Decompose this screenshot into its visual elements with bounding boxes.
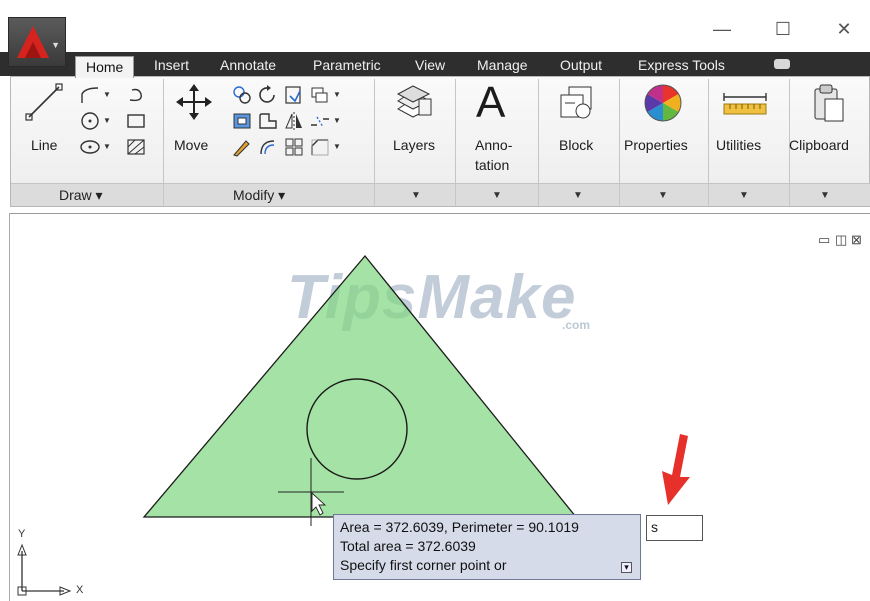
close-button[interactable]: ✕ (824, 14, 864, 44)
rectangle-icon[interactable] (125, 111, 147, 131)
utilities-label[interactable]: Utilities (716, 135, 761, 155)
tab-manage[interactable]: Manage (477, 55, 528, 76)
tooltip-prompt: Specify first corner point or (340, 557, 507, 573)
layer-stack-icon[interactable] (309, 85, 331, 105)
rotate-icon[interactable] (257, 85, 279, 105)
polyline-icon[interactable] (79, 85, 101, 105)
red-arrow-annotation (662, 434, 690, 505)
maximize-button[interactable]: ☐ (763, 14, 803, 44)
dynamic-input-tooltip: Area = 372.6039, Perimeter = 90.1019 Tot… (333, 514, 641, 580)
panel-separator (455, 79, 456, 206)
modify-dropdown-icon-3[interactable]: ▼ (333, 137, 342, 157)
mirror-icon[interactable] (283, 111, 305, 131)
break-icon[interactable] (309, 111, 331, 131)
tooltip-expand-icon[interactable]: ▾ (621, 562, 632, 573)
chamfer-icon[interactable] (309, 137, 331, 157)
autocad-logo-icon (17, 26, 49, 58)
ribbon-tab-bar: Home Insert Annotate Parametric View Man… (0, 52, 870, 78)
chevron-down-icon: ▼ (51, 40, 60, 50)
tab-express-tools[interactable]: Express Tools (638, 55, 725, 76)
triangle-shape[interactable] (142, 254, 578, 518)
annotation-icon[interactable]: A (476, 81, 505, 125)
trim-icon[interactable] (283, 85, 305, 105)
panel-separator (708, 79, 709, 206)
ucs-y-label: Y (18, 528, 26, 540)
block-icon[interactable] (557, 85, 597, 123)
circle-icon[interactable] (79, 111, 101, 131)
layers-label[interactable]: Layers (393, 135, 435, 155)
utilities-panel-footer (709, 183, 789, 206)
move-tool-icon[interactable] (175, 83, 213, 121)
array-icon[interactable] (283, 137, 305, 157)
application-menu-button[interactable]: ▼ (8, 17, 66, 67)
panel-separator (538, 79, 539, 206)
erase-icon[interactable] (231, 137, 253, 157)
tooltip-area-perimeter: Area = 372.6039, Perimeter = 90.1019 (340, 519, 579, 535)
panel-separator (163, 79, 164, 206)
polyline-dropdown-icon[interactable]: ▼ (103, 85, 112, 105)
block-dropdown-icon[interactable]: ▼ (573, 190, 583, 201)
layers-dropdown-icon[interactable]: ▼ (411, 190, 421, 201)
spline-icon[interactable] (125, 85, 147, 105)
modify-dropdown-icon-2[interactable]: ▼ (333, 111, 342, 131)
circle-dropdown-icon[interactable]: ▼ (103, 111, 112, 131)
block-label[interactable]: Block (559, 135, 593, 155)
tab-insert[interactable]: Insert (154, 55, 189, 76)
offset-icon[interactable] (257, 137, 279, 157)
ucs-x-label: X (76, 584, 84, 596)
copy-icon[interactable] (231, 85, 253, 105)
clipboard-paste-icon[interactable] (809, 83, 847, 123)
properties-color-wheel-icon[interactable] (643, 83, 683, 123)
tab-annotate[interactable]: Annotate (220, 55, 276, 76)
measure-ruler-icon[interactable] (722, 91, 768, 117)
minimize-button[interactable]: — (702, 14, 742, 44)
properties-label[interactable]: Properties (624, 135, 688, 155)
tab-home[interactable]: Home (75, 56, 135, 78)
hatch-icon[interactable] (125, 137, 147, 157)
line-tool-icon[interactable] (25, 83, 63, 121)
clipboard-panel-footer (790, 183, 870, 206)
properties-dropdown-icon[interactable]: ▼ (658, 190, 668, 201)
panel-separator (374, 79, 375, 206)
annotation-dropdown-icon[interactable]: ▼ (492, 190, 502, 201)
modify-dropdown-icon[interactable]: ▼ (333, 85, 342, 105)
tab-view[interactable]: View (415, 55, 445, 76)
annotation-label-line1[interactable]: Anno- (475, 135, 512, 155)
layers-icon[interactable] (395, 85, 433, 121)
annotation-label-line2[interactable]: tation (475, 155, 509, 175)
dynamic-input-field[interactable]: s (646, 515, 703, 541)
utilities-dropdown-icon[interactable]: ▼ (739, 190, 749, 201)
clipboard-label[interactable]: Clipboard (789, 135, 849, 155)
draw-panel-title[interactable]: Draw ▾ (59, 187, 103, 204)
fillet-icon[interactable] (257, 111, 279, 131)
ellipse-dropdown-icon[interactable]: ▼ (103, 137, 112, 157)
tooltip-total-area: Total area = 372.6039 (340, 538, 476, 554)
panel-separator (619, 79, 620, 206)
line-tool-label[interactable]: Line (31, 135, 57, 155)
tab-parametric[interactable]: Parametric (313, 55, 381, 76)
modify-panel-title[interactable]: Modify ▾ (233, 187, 285, 204)
stretch-icon[interactable] (231, 111, 253, 131)
move-tool-label[interactable]: Move (174, 135, 208, 155)
ribbon-minimize-toggle[interactable] (774, 59, 790, 69)
tab-output[interactable]: Output (560, 55, 602, 76)
ribbon: Line ▼ ▼ ▼ Draw ▾ Move ▼ ▼ ▼ Modify ▾ La… (10, 76, 870, 207)
title-bar: — ☐ ✕ (0, 0, 870, 52)
ellipse-icon[interactable] (79, 137, 101, 157)
clipboard-dropdown-icon[interactable]: ▼ (820, 190, 830, 201)
